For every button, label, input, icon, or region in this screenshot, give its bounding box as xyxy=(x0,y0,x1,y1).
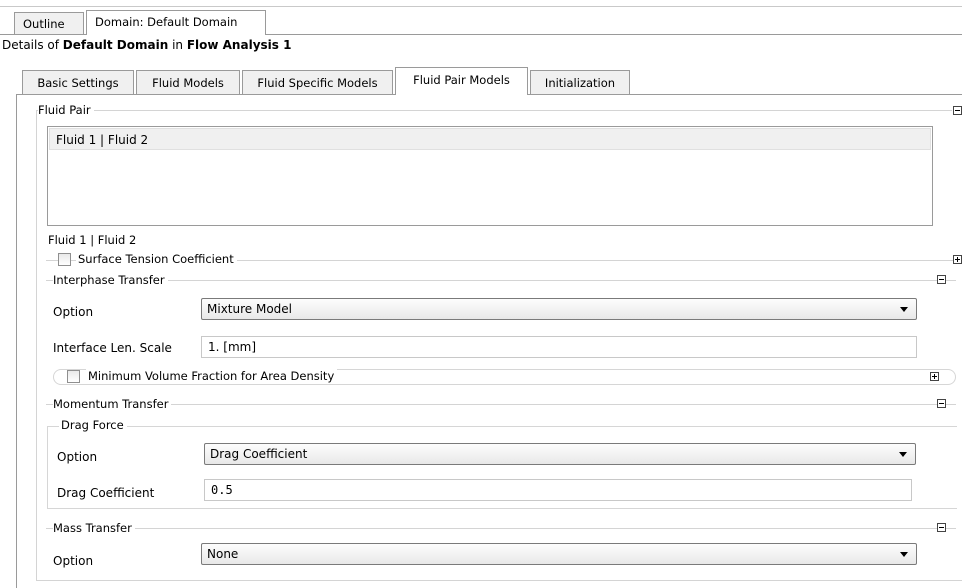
mass-title: Mass Transfer xyxy=(53,521,135,535)
min-volume-label: Minimum Volume Fraction for Area Density xyxy=(86,369,338,383)
fluid-pair-list[interactable]: Fluid 1 | Fluid 2 xyxy=(47,126,933,226)
chevron-down-icon xyxy=(900,307,908,312)
tab-fluid-specific-models[interactable]: Fluid Specific Models xyxy=(242,70,393,94)
fluid-pair-title: Fluid Pair xyxy=(38,103,94,117)
surface-tension-label: Surface Tension Coefficient xyxy=(76,252,237,266)
chevron-down-icon xyxy=(900,552,908,557)
tab-domain[interactable]: Domain: Default Domain xyxy=(86,10,266,34)
interphase-option-select[interactable]: Mixture Model xyxy=(201,298,917,320)
mass-rule xyxy=(46,528,956,529)
surface-tension-checkbox[interactable] xyxy=(58,253,71,266)
drag-option-value: Drag Coefficient xyxy=(210,447,308,461)
panel-left-border xyxy=(16,94,17,588)
tab-basic-settings[interactable]: Basic Settings xyxy=(22,70,134,94)
momentum-title: Momentum Transfer xyxy=(53,397,172,411)
panel-bottom-rule xyxy=(36,580,962,581)
pair-section-title: Fluid 1 | Fluid 2 xyxy=(48,233,140,247)
drag-coefficient-label: Drag Coefficient xyxy=(57,486,155,500)
drag-force-title: Drag Force xyxy=(59,418,127,432)
interface-len-scale-input[interactable]: 1. [mm] xyxy=(201,336,917,358)
drag-option-label: Option xyxy=(57,450,98,464)
details-parent: Flow Analysis 1 xyxy=(186,38,292,52)
window-top-border xyxy=(0,6,962,7)
details-header: Details of Default Domain in Flow Analys… xyxy=(2,37,291,53)
mass-option-label: Option xyxy=(53,554,94,568)
interphase-rule xyxy=(46,280,956,281)
details-object: Default Domain xyxy=(62,38,169,52)
fluid-pair-frame-left xyxy=(36,110,37,580)
min-volume-expand-icon[interactable] xyxy=(930,372,939,381)
interphase-title: Interphase Transfer xyxy=(53,273,168,287)
mass-option-value: None xyxy=(207,547,239,561)
mass-option-select[interactable]: None xyxy=(201,543,917,565)
momentum-collapse-icon[interactable] xyxy=(937,399,946,408)
chevron-down-icon xyxy=(899,452,907,457)
top-tab-gap xyxy=(87,33,265,35)
drag-coefficient-input[interactable]: 0.5 xyxy=(204,479,912,501)
tab-fluid-models[interactable]: Fluid Models xyxy=(136,70,240,94)
drag-option-select[interactable]: Drag Coefficient xyxy=(204,443,916,465)
fluid-pair-rule xyxy=(36,110,952,111)
details-prefix: Details of xyxy=(2,38,63,52)
subtab-gap xyxy=(396,93,527,95)
fluid-pair-collapse-icon[interactable] xyxy=(953,106,962,115)
mass-collapse-icon[interactable] xyxy=(937,523,946,532)
interphase-option-label: Option xyxy=(53,305,94,319)
details-middle: in xyxy=(168,38,187,52)
momentum-rule xyxy=(46,404,956,405)
tab-fluid-pair-models[interactable]: Fluid Pair Models xyxy=(395,67,528,94)
fluid-pair-list-item[interactable]: Fluid 1 | Fluid 2 xyxy=(49,128,931,150)
interphase-collapse-icon[interactable] xyxy=(937,275,946,284)
tab-outline[interactable]: Outline xyxy=(14,12,84,34)
min-volume-checkbox[interactable] xyxy=(67,370,80,383)
interface-len-scale-label: Interface Len. Scale xyxy=(53,341,172,355)
surface-tension-expand-icon[interactable] xyxy=(953,255,962,264)
tab-initialization[interactable]: Initialization xyxy=(530,70,630,94)
interphase-option-value: Mixture Model xyxy=(207,302,292,316)
